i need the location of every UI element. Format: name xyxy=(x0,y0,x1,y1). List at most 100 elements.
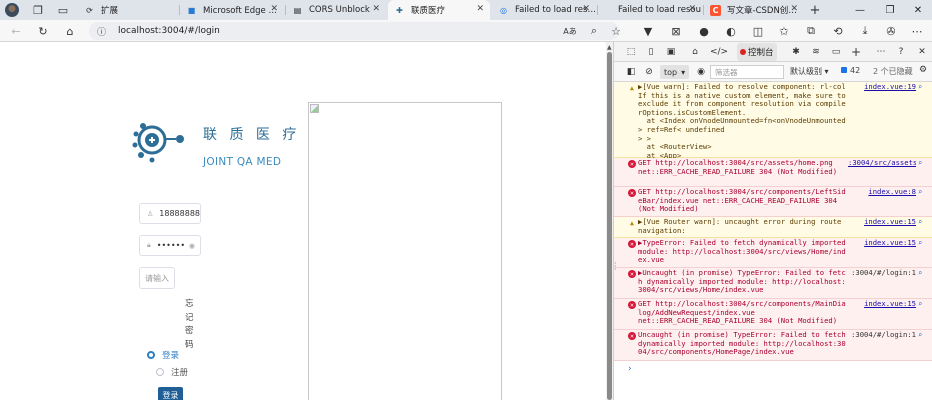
message-source-link[interactable]: :3004/src/assets/home.png:1 xyxy=(848,159,916,168)
login-submit-button[interactable]: 登录 xyxy=(158,387,183,400)
url-text[interactable]: localhost:3004/#/login xyxy=(118,26,220,36)
extension-filter-icon[interactable]: ▼ xyxy=(640,23,656,39)
performance-icon[interactable]: ▭ xyxy=(829,45,843,59)
console-filter-input[interactable]: 筛选器 xyxy=(710,65,784,79)
console-prompt[interactable]: › xyxy=(628,364,632,374)
forgot-password-link[interactable]: 忘记密码 xyxy=(185,298,195,352)
device-emulation-icon[interactable]: ▯ xyxy=(644,45,658,59)
split-screen-icon[interactable]: ◫ xyxy=(750,23,766,39)
console-message[interactable]: ✕ GET http://localhost:3004/src/componen… xyxy=(614,299,932,330)
password-field[interactable]: 🔒︎ •••••• ◉ xyxy=(139,235,201,256)
console-message[interactable]: ▲ ▶[Vue warn]: Failed to resolve compone… xyxy=(614,82,932,160)
address-bar[interactable]: ⓘ localhost:3004/#/login xyxy=(89,22,619,40)
welcome-home-icon[interactable]: ⌂ xyxy=(688,45,702,59)
search-magnifier-icon[interactable]: ⌕ xyxy=(918,83,922,92)
close-devtools-icon[interactable]: ✕ xyxy=(915,45,929,59)
message-source-link[interactable]: :3004/#/login:1 xyxy=(848,331,916,340)
close-tab-icon[interactable]: ✕ xyxy=(476,4,484,14)
radio-dot[interactable] xyxy=(147,351,155,359)
extension-shield-icon[interactable]: ● xyxy=(696,23,712,39)
zoom-icon[interactable]: ⌕ xyxy=(586,23,602,39)
customize-devtools-icon[interactable]: ⋯ xyxy=(874,45,888,59)
username-value[interactable]: 18888888 xyxy=(159,209,200,218)
favorite-add-icon[interactable]: ☆ xyxy=(608,23,624,39)
refresh-icon[interactable]: ↻ xyxy=(35,23,51,39)
scrollbar-thumb[interactable] xyxy=(607,52,612,400)
close-tab-icon[interactable]: ✕ xyxy=(688,4,696,14)
close-tab-icon[interactable]: ✕ xyxy=(790,4,798,14)
panel-layout-icon[interactable]: ▣ xyxy=(664,45,678,59)
message-source-link[interactable]: :3004/#/login:1 xyxy=(848,269,916,278)
console-settings-gear-icon[interactable]: ⚙ xyxy=(919,65,927,75)
message-source-link[interactable]: index.vue:15 xyxy=(848,300,916,309)
inspect-element-icon[interactable]: ⬚ xyxy=(624,45,638,59)
console-message[interactable]: ✕ GET http://localhost:3004/src/componen… xyxy=(614,187,932,217)
message-source-link[interactable]: index.vue:8 xyxy=(848,188,916,197)
show-password-icon[interactable]: ◉ xyxy=(189,242,195,250)
tab-cors-unblock[interactable]: ▤ CORS Unblock ✕ xyxy=(286,0,386,20)
downloads-icon[interactable]: ⤓ xyxy=(857,23,873,39)
captcha-input[interactable]: 请输入 xyxy=(139,267,175,289)
profile-avatar[interactable] xyxy=(5,3,19,17)
collections-icon[interactable]: ⧉ xyxy=(803,23,819,39)
extensions-icon[interactable]: ✇ xyxy=(883,23,899,39)
workspaces-icon[interactable]: ❐ xyxy=(30,2,46,18)
tab-edge-addons[interactable]: ■ Microsoft Edge 加载项 ✕ xyxy=(180,0,284,20)
settings-more-icon[interactable]: ⋯ xyxy=(909,23,925,39)
tab-actions-icon[interactable]: ▭ xyxy=(55,2,71,18)
minimize-button[interactable]: — xyxy=(845,0,875,20)
tab-failed-load-2[interactable]: Failed to load resou ✕ xyxy=(598,0,702,20)
console-message[interactable]: ✕ GET http://localhost:3004/src/assets/h… xyxy=(614,158,932,187)
message-source-link[interactable]: index.vue:15 xyxy=(848,218,916,227)
console-message[interactable]: ✕ Uncaught (in promise) TypeError: Faile… xyxy=(614,330,932,361)
log-levels-dropdown[interactable]: 默认级别 ▾ xyxy=(790,66,829,77)
sidebar-toggle-icon[interactable]: ◧ xyxy=(624,65,638,79)
search-magnifier-icon[interactable]: ⌕ xyxy=(918,331,922,340)
message-source-link[interactable]: index.vue:19 xyxy=(848,83,916,92)
issues-counter[interactable]: 42 xyxy=(841,66,860,75)
more-tools-plus-icon[interactable]: + xyxy=(849,45,863,59)
extension-c-icon[interactable]: ◐ xyxy=(723,23,739,39)
search-magnifier-icon[interactable]: ⌕ xyxy=(918,239,922,248)
close-window-button[interactable]: ✕ xyxy=(903,0,932,20)
search-magnifier-icon[interactable]: ⌕ xyxy=(918,300,922,309)
tab-csdn[interactable]: C 写文章-CSDN创作中 ✕ xyxy=(704,0,804,20)
console-message[interactable]: ✕ ▶TypeError: Failed to fetch dynamicall… xyxy=(614,238,932,268)
site-info-icon[interactable]: ⓘ xyxy=(97,25,106,38)
console-message[interactable]: ✕ ▶Uncaught (in promise) TypeError: Fail… xyxy=(614,268,932,299)
page-scrollbar[interactable]: ▲ xyxy=(606,42,613,400)
console-message[interactable]: ▲ ▶[Vue Router warn]: uncaught error dur… xyxy=(614,217,932,238)
username-field[interactable]: ♙ 18888888 xyxy=(139,203,201,224)
help-icon[interactable]: ? xyxy=(894,45,908,59)
context-selector[interactable]: top ▾ xyxy=(660,65,690,79)
elements-icon[interactable]: </> xyxy=(710,45,728,59)
tab-failed-load-1[interactable]: ◎ Failed to load resou ✕ xyxy=(492,0,596,20)
tab-lianzhi-active[interactable]: ✚ 联质医疗 ✕ xyxy=(388,0,490,20)
radio-dot[interactable] xyxy=(156,368,164,376)
scroll-up-arrow-icon[interactable]: ▲ xyxy=(607,44,612,51)
close-tab-icon[interactable]: ✕ xyxy=(270,4,278,14)
message-source-link[interactable]: index.vue:15 xyxy=(848,239,916,248)
home-icon[interactable]: ⌂ xyxy=(62,23,78,39)
extension-x-icon[interactable]: ⊠ xyxy=(668,23,684,39)
search-magnifier-icon[interactable]: ⌕ xyxy=(918,159,922,168)
new-tab-button[interactable]: + xyxy=(807,2,823,18)
radio-login[interactable]: 登录 xyxy=(147,349,179,361)
clear-console-icon[interactable]: ⊘ xyxy=(642,65,656,79)
close-tab-icon[interactable]: ✕ xyxy=(582,4,590,14)
radio-register[interactable]: 注册 xyxy=(156,366,188,378)
live-expression-eye-icon[interactable]: ◉ xyxy=(694,65,708,79)
back-icon[interactable]: ← xyxy=(8,23,24,39)
network-icon[interactable]: ≋ xyxy=(809,45,823,59)
password-value[interactable]: •••••• xyxy=(157,241,185,250)
panel-resize-handle[interactable]: · · · xyxy=(614,260,617,274)
search-magnifier-icon[interactable]: ⌕ xyxy=(918,218,922,227)
favorites-icon[interactable]: ✩ xyxy=(776,23,792,39)
close-tab-icon[interactable]: ✕ xyxy=(372,4,380,14)
restore-button[interactable]: ❐ xyxy=(875,0,905,20)
sources-icon[interactable]: ✱ xyxy=(789,45,803,59)
tab-extensions[interactable]: ⟳ 扩展 xyxy=(78,0,178,20)
history-icon[interactable]: ⟲ xyxy=(830,23,846,39)
tab-console[interactable]: 控制台 xyxy=(737,43,777,61)
read-aloud-icon[interactable]: Aあ xyxy=(562,23,578,39)
